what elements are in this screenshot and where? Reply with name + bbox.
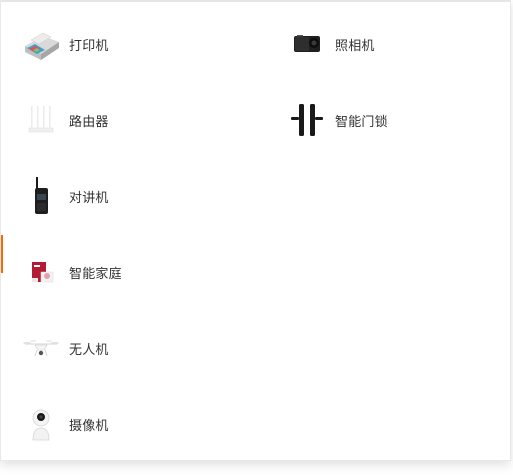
menu-item-label: 智能家庭 [69,266,122,282]
category-dropdown-panel: 打印机 照相机 路由器 智能门锁 对讲机 智能家庭 无人机 摄像机 [0,0,511,461]
menu-item-security-camera[interactable]: 摄像机 [19,394,109,454]
router-icon [19,94,63,146]
menu-item-label: 路由器 [69,114,109,130]
menu-item-label: 摄像机 [69,418,109,434]
menu-item-drone[interactable]: 无人机 [19,318,109,378]
smart-home-icon [19,246,63,298]
menu-item-label: 智能门锁 [335,114,388,130]
security-camera-icon [19,398,63,450]
menu-item-smart-home[interactable]: 智能家庭 [19,242,122,302]
menu-item-walkie-talkie[interactable]: 对讲机 [19,166,109,226]
menu-item-label: 打印机 [69,38,109,54]
camera-icon [285,18,329,70]
menu-item-label: 对讲机 [69,190,109,206]
printer-icon [19,18,63,70]
active-indicator [1,235,3,273]
menu-item-label: 无人机 [69,342,109,358]
drone-icon [19,322,63,374]
menu-item-router[interactable]: 路由器 [19,90,109,150]
walkie-talkie-icon [19,170,63,222]
menu-item-label: 照相机 [335,38,375,54]
menu-item-camera[interactable]: 照相机 [285,14,375,74]
menu-item-door-lock[interactable]: 智能门锁 [285,90,388,150]
door-lock-icon [285,94,329,146]
menu-item-printer[interactable]: 打印机 [19,14,109,74]
